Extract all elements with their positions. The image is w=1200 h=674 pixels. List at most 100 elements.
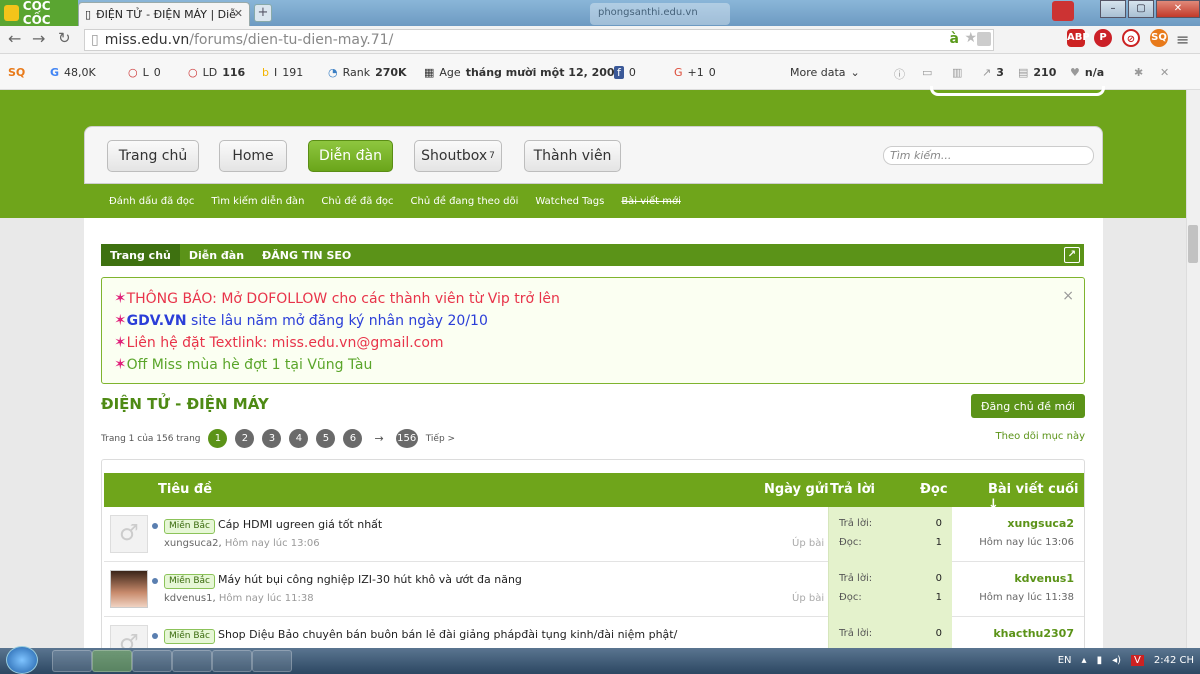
taskbar-app-icon[interactable] — [252, 650, 292, 672]
page-link[interactable]: 3 — [262, 429, 282, 448]
bump-link[interactable]: Úp bài — [792, 538, 824, 549]
clock[interactable]: 2:42 CH — [1154, 655, 1194, 666]
page-link[interactable]: 6 — [343, 429, 363, 448]
page-scrollbar[interactable] — [1186, 90, 1200, 648]
col-replies[interactable]: Trả lời — [830, 482, 875, 497]
notice-link[interactable]: GDV.VN — [127, 313, 187, 329]
prefix-tag[interactable]: Miền Bắc — [164, 629, 216, 644]
subnav-read-threads[interactable]: Chủ đề đã đọc — [321, 196, 393, 207]
nav-trang-chu[interactable]: Trang chủ — [107, 140, 199, 172]
new-tab-button[interactable]: + — [254, 4, 272, 22]
page-next[interactable]: Tiếp > — [426, 434, 455, 444]
notice-text[interactable]: Off Miss mùa hè đợt 1 tại Vũng Tàu — [127, 357, 373, 373]
close-tab-icon[interactable]: ✕ — [234, 7, 243, 20]
col-views[interactable]: Đọc — [920, 482, 948, 497]
bookmark-star-icon[interactable]: ★ — [964, 30, 977, 46]
page-link[interactable]: 5 — [316, 429, 336, 448]
scrollbar-thumb[interactable] — [1188, 225, 1198, 263]
thread-title[interactable]: Máy hút bụi công nghiệp IZI-30 hút khô v… — [218, 573, 522, 586]
unikey-icon[interactable]: V — [1131, 655, 1144, 666]
download-icon[interactable] — [977, 32, 991, 46]
page-link[interactable]: 2 — [235, 429, 255, 448]
new-thread-button[interactable]: Đăng chủ đề mới — [971, 394, 1085, 418]
seo-bing-index[interactable]: b I 191 — [262, 66, 303, 79]
col-title[interactable]: Tiêu đề — [158, 482, 212, 497]
coccoc-dictionary-icon[interactable]: à — [950, 31, 959, 47]
volume-icon[interactable]: ◂) — [1112, 655, 1121, 666]
start-button[interactable] — [6, 646, 38, 674]
taskbar-coccoc-icon[interactable] — [92, 650, 132, 672]
taskbar-app-icon[interactable] — [212, 650, 252, 672]
network-icon[interactable]: ▮ — [1097, 655, 1103, 666]
thread-title[interactable]: Shop Diệu Bảo chuyên bán buôn bán lẻ đài… — [218, 628, 677, 641]
avatar[interactable]: ♂ — [110, 515, 148, 553]
seo-google-index[interactable]: G 48,0K — [50, 66, 96, 79]
browser-tab-active[interactable]: ▯ ĐIỆN TỬ - ĐIỆN MÁY | Diễ ✕ — [78, 2, 250, 26]
share-icon[interactable]: ↗ — [1064, 247, 1080, 263]
seo-alexa-rank[interactable]: ◔ Rank 270K — [328, 66, 407, 79]
adblock-plus-icon[interactable]: ABP — [1067, 29, 1090, 47]
thread-author[interactable]: kdvenus1, — [164, 593, 216, 604]
thread-title[interactable]: Cáp HDMI ugreen giá tốt nhất — [218, 518, 382, 531]
nav-home[interactable]: Home — [219, 140, 287, 172]
last-post-user[interactable]: khacthu2307 — [993, 627, 1074, 640]
coccoc-menu-button[interactable]: CỐC CỐC — [0, 0, 78, 27]
browser-tab-background[interactable]: phongsanthi.edu.vn — [590, 3, 730, 25]
bump-link[interactable]: Úp bài — [792, 593, 824, 604]
user-profile-button[interactable] — [1052, 1, 1074, 21]
subnav-watched-tags[interactable]: Watched Tags — [535, 196, 604, 207]
seoquake-icon[interactable]: SQ — [1150, 29, 1168, 47]
info-icon[interactable]: ⓘ — [894, 66, 905, 82]
watch-forum-link[interactable]: Theo dõi mục này — [996, 431, 1085, 442]
notice-text[interactable]: Liên hệ đặt Textlink: miss.edu.vn@gmail.… — [127, 335, 444, 351]
breadcrumb-forums[interactable]: Diễn đàn — [180, 244, 253, 266]
seo-facebook-likes[interactable]: f0 — [614, 66, 636, 79]
menu-icon[interactable]: ≡ — [1176, 30, 1189, 49]
maximize-button[interactable]: ▢ — [1128, 0, 1154, 18]
subnav-mark-read[interactable]: Đánh dấu đã đọc — [109, 196, 194, 207]
prefix-tag[interactable]: Miền Bắc — [164, 519, 216, 534]
dismiss-notice-icon[interactable]: × — [1062, 286, 1074, 307]
page-link-last[interactable]: 156 — [395, 429, 418, 448]
page-link[interactable]: 4 — [289, 429, 309, 448]
seo-links[interactable]: ○ L 0 — [128, 66, 161, 79]
seo-social[interactable]: ♥ n/a — [1070, 66, 1104, 79]
nav-thanh-vien[interactable]: Thành viên — [524, 140, 621, 172]
subnav-search-forums[interactable]: Tìm kiếm diễn đàn — [211, 196, 304, 207]
nav-dien-dan[interactable]: Diễn đàn — [308, 140, 393, 172]
seo-domain-age[interactable]: ▦ Age tháng mười một 12, 2009 — [424, 66, 622, 79]
search-input[interactable]: Tìm kiếm... — [883, 146, 1094, 165]
taskbar-explorer-icon[interactable] — [52, 650, 92, 672]
gear-icon[interactable]: ✱ — [1134, 66, 1143, 79]
seo-word-count[interactable]: ▤ 210 — [1018, 66, 1056, 79]
display-icon[interactable]: ▭ — [922, 66, 932, 79]
subnav-new-posts[interactable]: Bài viết mới — [621, 196, 681, 207]
close-window-button[interactable]: ✕ — [1156, 0, 1200, 18]
close-icon[interactable]: ✕ — [1160, 66, 1169, 79]
reload-icon[interactable]: ↻ — [58, 29, 71, 47]
seo-external-links[interactable]: ↗ 3 — [982, 66, 1004, 79]
nav-shoutbox[interactable]: Shoutbox 7 — [414, 140, 502, 172]
taskbar-app-icon[interactable] — [172, 650, 212, 672]
more-data-dropdown[interactable]: More data ⌄ — [790, 66, 860, 79]
language-indicator[interactable]: EN — [1058, 655, 1072, 666]
avatar[interactable] — [110, 570, 148, 608]
seo-linking-domains[interactable]: ○ LD 116 — [188, 66, 245, 79]
taskbar-excel-icon[interactable] — [132, 650, 172, 672]
chart-icon[interactable]: ▥ — [952, 66, 962, 79]
block-icon[interactable]: ⊘ — [1122, 29, 1140, 47]
page-link[interactable]: 1 — [208, 429, 228, 448]
seo-google-plus[interactable]: G +1 0 — [674, 66, 716, 79]
col-date[interactable]: Ngày gửi — [764, 482, 829, 497]
back-arrow-icon[interactable]: ← — [8, 29, 21, 48]
pinterest-icon[interactable]: P — [1094, 29, 1112, 47]
minimize-button[interactable]: – — [1100, 0, 1126, 18]
page-skip-arrow[interactable]: → — [374, 432, 383, 445]
last-post-time[interactable]: Hôm nay lúc 11:38 — [979, 592, 1074, 603]
prefix-tag[interactable]: Miền Bắc — [164, 574, 216, 589]
last-post-user[interactable]: xungsuca2 — [1007, 517, 1074, 530]
breadcrumb-home[interactable]: Trang chủ — [101, 244, 180, 266]
last-post-time[interactable]: Hôm nay lúc 13:06 — [979, 537, 1074, 548]
tray-arrow-icon[interactable]: ▴ — [1082, 655, 1087, 666]
last-post-user[interactable]: kdvenus1 — [1014, 572, 1074, 585]
